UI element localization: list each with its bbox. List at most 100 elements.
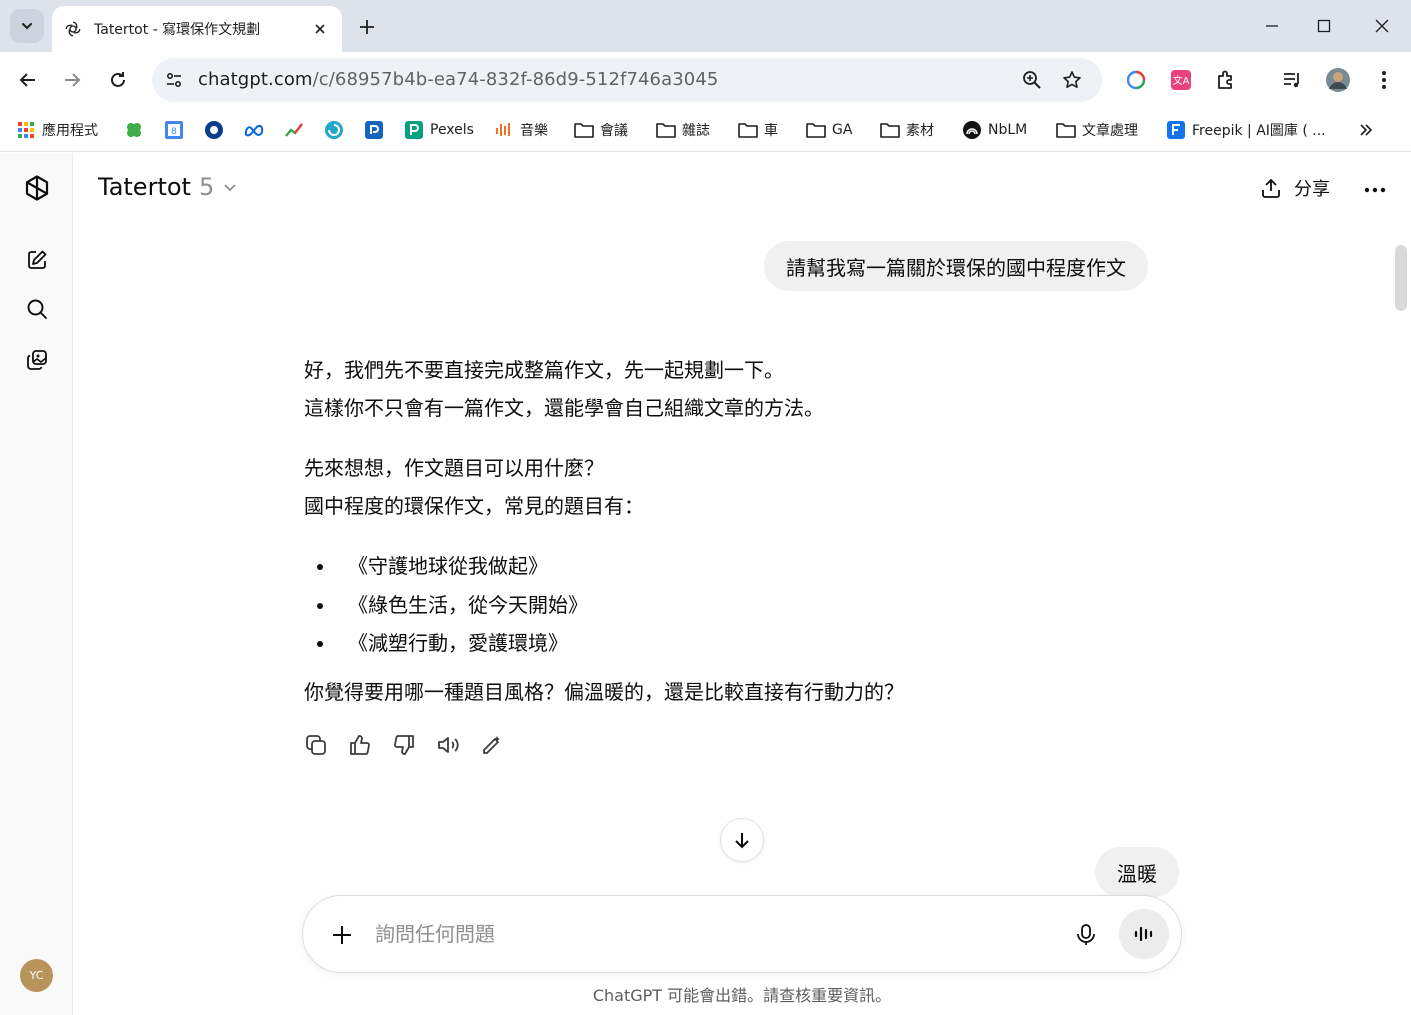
close-window-button[interactable]: [1366, 10, 1398, 42]
bookmark-calendar[interactable]: 8: [164, 117, 190, 143]
profile-avatar-icon[interactable]: [1322, 64, 1354, 96]
list-item: 《綠色生活，從今天開始》: [304, 586, 1084, 625]
bookmark-blue-app[interactable]: [364, 117, 390, 143]
user-avatar[interactable]: YC: [20, 959, 53, 992]
bookmark-nblm[interactable]: NbLM: [962, 117, 1027, 143]
meta-icon: [244, 120, 264, 140]
maximize-icon: [1317, 19, 1331, 33]
assistant-text: 先來想想，作文題目可以用什麼？: [304, 456, 604, 480]
images-library-icon: [27, 350, 47, 370]
share-button[interactable]: 分享: [1260, 175, 1330, 201]
browser-tab-active[interactable]: Tatertot - 寫環保作文規劃: [52, 6, 342, 52]
back-button[interactable]: [12, 64, 44, 96]
bookmark-circle-app[interactable]: [204, 117, 230, 143]
read-aloud-icon[interactable]: [434, 731, 462, 759]
model-version: 5: [198, 173, 215, 201]
openai-logo-icon: [25, 175, 49, 201]
bookmark-music[interactable]: 音樂: [494, 117, 548, 143]
more-bookmarks-button[interactable]: [1356, 117, 1382, 143]
bookmark-folder-magazine[interactable]: 雜誌: [656, 117, 710, 143]
reload-button[interactable]: [102, 64, 134, 96]
tab-search-dropdown-button[interactable]: [10, 9, 44, 43]
bookmark-folder-assets[interactable]: 素材: [880, 117, 934, 143]
media-control-icon[interactable]: [1276, 64, 1308, 96]
chevron-down-icon: [22, 23, 32, 30]
assistant-text: 這樣你不只會有一篇作文，還能學會自己組織文章的方法。: [304, 396, 824, 420]
bookmark-clover[interactable]: [124, 117, 150, 143]
new-tab-button[interactable]: [352, 12, 382, 42]
bookmark-label: 車: [764, 123, 778, 139]
add-attachment-icon[interactable]: [327, 920, 357, 950]
app-sidebar: YC: [0, 153, 73, 1015]
bookmark-pexels[interactable]: Pexels: [404, 117, 474, 143]
voice-mode-button[interactable]: [1119, 909, 1169, 959]
new-chat-button[interactable]: [18, 241, 56, 279]
browser-toolbar: chatgpt.com/c/68957b4b-ea74-832f-86d9-51…: [0, 52, 1411, 108]
site-info-icon[interactable]: [162, 68, 186, 92]
scrollbar-track[interactable]: [1392, 231, 1410, 931]
bookmark-label: 音樂: [520, 123, 548, 139]
tab-title: Tatertot - 寫環保作文規劃: [94, 22, 261, 38]
assistant-text: 國中程度的環保作文，常見的題目有：: [304, 494, 644, 518]
folder-icon: [574, 120, 594, 140]
ellipsis-icon: [1364, 187, 1386, 193]
edit-magic-icon[interactable]: [478, 731, 506, 759]
folder-icon: [1056, 120, 1076, 140]
more-options-button[interactable]: [1360, 175, 1390, 205]
bookmark-folder-ga[interactable]: GA: [806, 117, 852, 143]
thumbs-up-icon[interactable]: [346, 731, 374, 759]
scroll-to-bottom-button[interactable]: [720, 818, 764, 862]
chevron-double-right-icon: [1356, 120, 1376, 140]
analytics-icon: [284, 120, 304, 140]
bookmark-freepik[interactable]: Freepik | AI圖庫 ( ...: [1166, 117, 1326, 143]
search-icon: [27, 299, 47, 319]
search-chats-button[interactable]: [18, 290, 56, 328]
blue-app-icon: [364, 120, 384, 140]
bookmark-swirl-app[interactable]: [324, 117, 350, 143]
translate-extension-icon[interactable]: 文A: [1165, 64, 1197, 96]
arrow-left-icon: [19, 73, 35, 87]
openai-favicon-icon: [64, 20, 82, 38]
url-text[interactable]: chatgpt.com/c/68957b4b-ea74-832f-86d9-51…: [198, 69, 718, 90]
openai-logo-button[interactable]: [18, 169, 56, 207]
library-button[interactable]: [18, 341, 56, 379]
extensions-puzzle-icon[interactable]: [1210, 64, 1242, 96]
zoom-icon[interactable]: [1020, 68, 1044, 92]
model-name: Tatertot: [98, 173, 191, 201]
google-lens-extension-icon[interactable]: [1120, 64, 1152, 96]
browser-menu-icon[interactable]: [1368, 64, 1400, 96]
list-item: 《減塑行動，愛護環境》: [304, 624, 1084, 663]
freepik-icon: [1166, 120, 1186, 140]
microphone-icon[interactable]: [1071, 920, 1101, 950]
bookmark-meta[interactable]: [244, 117, 270, 143]
bookmarks-bar: 應用程式 8 Pexels 音樂 會議 雜誌 車 GA 素材 NbLM 文章處理: [0, 108, 1411, 152]
address-bar[interactable]: chatgpt.com/c/68957b4b-ea74-832f-86d9-51…: [152, 58, 1102, 102]
scrollbar-thumb[interactable]: [1395, 245, 1407, 311]
bookmark-folder-car[interactable]: 車: [738, 117, 778, 143]
music-icon: [494, 120, 514, 140]
bookmark-apps[interactable]: 應用程式: [16, 117, 98, 143]
bookmark-label: 會議: [600, 123, 628, 139]
tab-close-icon[interactable]: [310, 19, 330, 39]
bookmark-analytics[interactable]: [284, 117, 310, 143]
copy-icon[interactable]: [302, 731, 330, 759]
message-input[interactable]: [375, 916, 1015, 952]
model-selector[interactable]: Tatertot 5: [98, 173, 238, 201]
bookmark-star-icon[interactable]: [1060, 68, 1084, 92]
assistant-message: 好，我們先不要直接完成整篇作文，先一起規劃一下。 這樣你不只會有一篇作文，還能學…: [304, 351, 1084, 711]
share-label: 分享: [1294, 179, 1330, 200]
bookmark-label: 雜誌: [682, 123, 710, 139]
maximize-window-button[interactable]: [1308, 10, 1340, 42]
bookmark-label: GA: [832, 122, 853, 138]
forward-button[interactable]: [56, 64, 88, 96]
minimize-window-button[interactable]: [1256, 10, 1288, 42]
bookmark-folder-articles[interactable]: 文章處理: [1056, 117, 1138, 143]
arrow-right-icon: [65, 73, 81, 87]
minimize-icon: [1266, 25, 1278, 27]
url-path: /c/68957b4b-ea74-832f-86d9-512f746a3045: [312, 69, 719, 90]
folder-icon: [656, 120, 676, 140]
bookmark-folder-meetings[interactable]: 會議: [574, 117, 628, 143]
thumbs-down-icon[interactable]: [390, 731, 418, 759]
message-composer: [302, 895, 1182, 973]
apps-grid-icon: [16, 120, 36, 140]
